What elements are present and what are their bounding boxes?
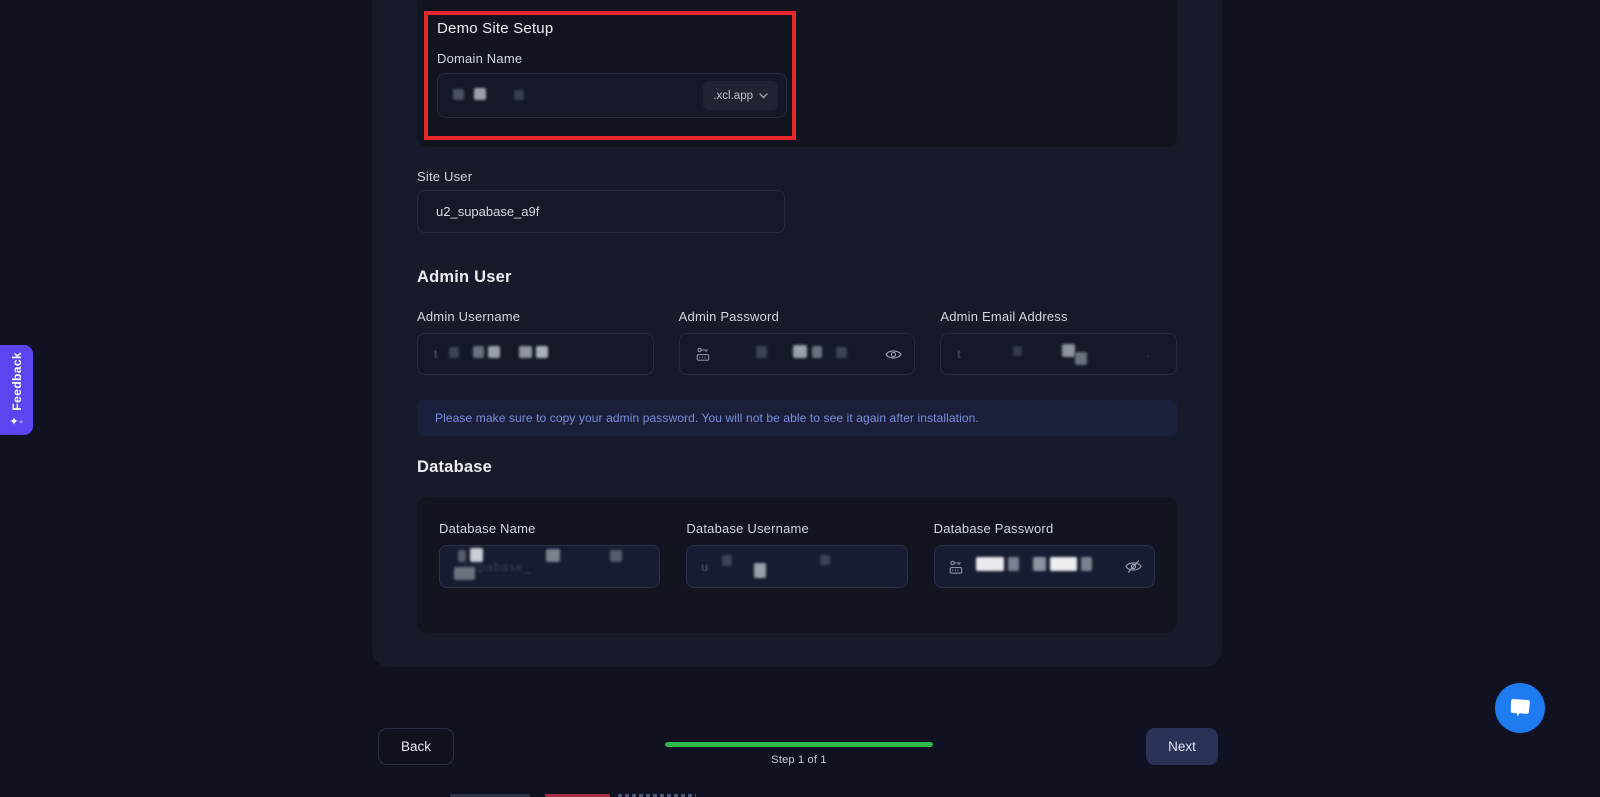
- demo-site-setup-section: Demo Site Setup Domain Name .xcl.app: [417, 0, 1177, 147]
- database-section: Database Name _supabase_ Database Us: [417, 497, 1177, 633]
- generate-password-icon: [949, 559, 966, 575]
- back-button[interactable]: Back: [378, 728, 454, 765]
- database-fields-row: Database Name _supabase_ Database Us: [439, 521, 1155, 588]
- chat-widget-button[interactable]: [1495, 683, 1545, 733]
- database-username-field: Database Username u: [686, 521, 907, 588]
- chevron-down-icon: [759, 93, 768, 99]
- database-username-input[interactable]: u: [686, 545, 907, 588]
- admin-fields-row: Admin Username t Admin Password: [417, 309, 1177, 375]
- chat-bubble-icon: [1508, 697, 1532, 719]
- admin-password-input[interactable]: [679, 333, 916, 375]
- wizard-progress: Step 1 of 1: [649, 742, 949, 766]
- admin-username-input[interactable]: t: [417, 333, 654, 375]
- site-user-input[interactable]: u2_supabase_a9f: [417, 190, 785, 233]
- admin-password-label: Admin Password: [679, 309, 916, 324]
- database-name-field: Database Name _supabase_: [439, 521, 660, 588]
- database-password-field: Database Password: [934, 521, 1155, 588]
- admin-email-input[interactable]: t .: [940, 333, 1177, 375]
- redacted-fragment: u: [701, 560, 708, 574]
- hide-password-icon[interactable]: [1125, 559, 1142, 574]
- admin-user-heading: Admin User: [417, 268, 512, 287]
- redacted-text: [713, 345, 847, 363]
- database-password-input[interactable]: [934, 545, 1155, 588]
- show-password-icon[interactable]: [885, 348, 902, 361]
- admin-password-note: Please make sure to copy your admin pass…: [417, 400, 1177, 436]
- database-password-label: Database Password: [934, 521, 1155, 536]
- setup-wizard-panel: Demo Site Setup Domain Name .xcl.app Sit: [372, 0, 1222, 667]
- database-username-label: Database Username: [686, 521, 907, 536]
- step-indicator: Step 1 of 1: [649, 754, 949, 766]
- next-button[interactable]: Next: [1146, 728, 1218, 765]
- redacted-text: [966, 557, 1093, 576]
- feedback-tab[interactable]: Feedback ✦✧: [0, 345, 33, 435]
- database-heading: Database: [417, 458, 492, 477]
- site-user-label: Site User: [417, 169, 472, 184]
- site-user-value: u2_supabase_a9f: [436, 204, 539, 219]
- admin-username-field: Admin Username t: [417, 309, 654, 375]
- progress-fill: [665, 742, 933, 747]
- redacted-text: [437, 345, 548, 363]
- domain-name-input[interactable]: .xcl.app: [437, 73, 787, 118]
- admin-email-label: Admin Email Address: [940, 309, 1177, 324]
- database-name-label: Database Name: [439, 521, 660, 536]
- domain-name-label: Domain Name: [437, 51, 522, 66]
- redacted-text: .: [961, 334, 1164, 374]
- page: Demo Site Setup Domain Name .xcl.app Sit: [0, 0, 1600, 797]
- redacted-fragment: t: [434, 347, 437, 361]
- admin-password-field: Admin Password: [679, 309, 916, 375]
- sparkle-icon: ✦✧: [9, 417, 23, 428]
- note-text: Please make sure to copy your admin pass…: [435, 411, 979, 425]
- domain-suffix-value: .xcl.app: [713, 90, 753, 102]
- redacted-text: [708, 546, 895, 587]
- admin-username-label: Admin Username: [417, 309, 654, 324]
- database-name-input[interactable]: _supabase_: [439, 545, 660, 588]
- domain-suffix-dropdown[interactable]: .xcl.app: [703, 81, 778, 110]
- demo-site-setup-title: Demo Site Setup: [437, 20, 553, 37]
- redacted-text: [453, 87, 524, 105]
- feedback-tab-label: Feedback: [10, 352, 24, 411]
- admin-email-field: Admin Email Address t .: [940, 309, 1177, 375]
- generate-password-icon: [696, 346, 713, 362]
- progress-track: [665, 742, 933, 747]
